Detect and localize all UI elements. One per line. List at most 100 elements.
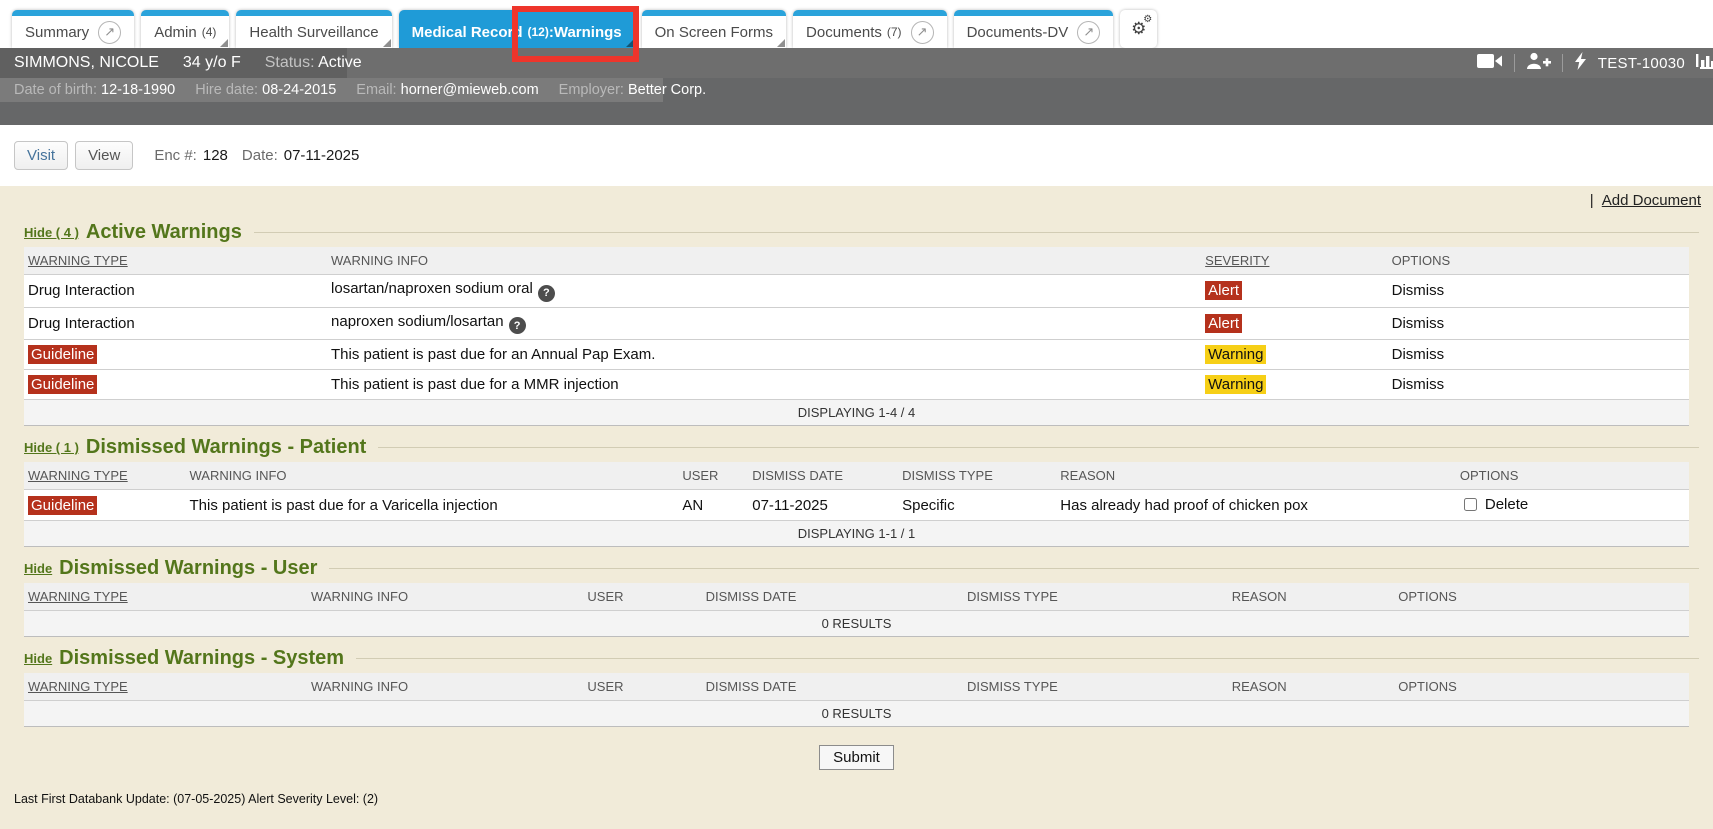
table-row: Drug Interaction losartan/naproxen sodiu… (24, 275, 1689, 308)
person-add-icon[interactable] (1526, 52, 1551, 74)
delete-label: Delete (1485, 496, 1528, 513)
tab-summary[interactable]: Summary ↗ (12, 10, 134, 48)
table-footer-row: DISPLAYING 1-1 / 1 (24, 521, 1689, 547)
enc-number-label: Enc #: (154, 147, 197, 164)
warning-info-cell: This patient is past due for an Annual P… (327, 340, 1201, 370)
table-row: Guideline This patient is past due for a… (24, 370, 1689, 400)
dob-label: Date of birth: (14, 82, 97, 98)
delete-checkbox[interactable] (1464, 498, 1477, 511)
tab-label: Health Surveillance (249, 24, 378, 41)
dismiss-link[interactable]: Dismiss (1392, 315, 1445, 332)
dismissed-system-header: Hide Dismissed Warnings - System (24, 647, 1699, 670)
hide-dismissed-user-link[interactable]: Hide (24, 561, 52, 576)
help-icon[interactable]: ? (538, 285, 555, 302)
external-link-icon[interactable]: ↗ (911, 21, 934, 44)
column-header-dismiss-type: DISMISS TYPE (963, 673, 1228, 701)
settings-button[interactable]: ⚙ ⚙ (1120, 10, 1157, 48)
column-header-warning-type[interactable]: WARNING TYPE (24, 462, 186, 490)
warning-info-cell: This patient is past due for a Varicella… (186, 490, 679, 521)
dismiss-date-cell: 07-11-2025 (748, 490, 898, 521)
status-value: Active (318, 54, 362, 71)
results-count: 0 RESULTS (24, 611, 1689, 637)
column-header-dismiss-date: DISMISS DATE (702, 583, 963, 611)
employer-label: Employer: (559, 82, 624, 98)
tab-count-badge: (4) (202, 25, 217, 39)
hide-dismissed-system-link[interactable]: Hide (24, 651, 52, 666)
tab-label: Admin (154, 24, 197, 41)
tab-health-surveillance[interactable]: Health Surveillance (236, 10, 391, 48)
options-cell: Dismiss (1388, 340, 1689, 370)
displaying-count: DISPLAYING 1-4 / 4 (24, 400, 1689, 426)
column-header-dismiss-type: DISMISS TYPE (898, 462, 1056, 490)
tab-on-screen-forms[interactable]: On Screen Forms (642, 10, 786, 48)
section-rule (356, 658, 1699, 659)
column-header-dismiss-date: DISMISS DATE (702, 673, 963, 701)
video-camera-icon[interactable] (1477, 53, 1503, 74)
dismissed-user-table: WARNING TYPE WARNING INFO USER DISMISS D… (24, 583, 1689, 637)
dismiss-type-cell: Specific (898, 490, 1056, 521)
dismiss-link[interactable]: Dismiss (1392, 282, 1445, 299)
dismiss-link[interactable]: Dismiss (1392, 376, 1445, 393)
patient-status: Status: Active (265, 54, 362, 72)
column-header-user: USER (678, 462, 748, 490)
enc-number-value: 128 (203, 147, 228, 164)
table-row: Guideline This patient is past due for a… (24, 490, 1689, 521)
column-header-warning-type[interactable]: WARNING TYPE (24, 583, 307, 611)
tab-count-badge: (7) (887, 25, 902, 39)
column-header-severity[interactable]: SEVERITY (1201, 247, 1387, 275)
hide-dismissed-patient-link[interactable]: Hide ( 1 ) (24, 440, 79, 455)
dismissed-user-title: Dismissed Warnings - User (59, 557, 317, 580)
section-rule (254, 232, 1699, 233)
visit-button[interactable]: Visit (14, 141, 68, 170)
external-link-icon[interactable]: ↗ (1077, 21, 1100, 44)
column-header-warning-type[interactable]: WARNING TYPE (24, 247, 327, 275)
view-button[interactable]: View (75, 141, 133, 170)
tab-medical-record-warnings[interactable]: Medical Record (12) :Warnings (399, 10, 635, 48)
email-value: horner@mieweb.com (401, 82, 539, 98)
enc-date-label: Date: (242, 147, 278, 164)
patient-name: SIMMONS, NICOLE (14, 54, 159, 72)
dismissed-system-title: Dismissed Warnings - System (59, 647, 344, 670)
column-header-reason: REASON (1056, 462, 1456, 490)
divider (1562, 54, 1563, 72)
bar-chart-icon[interactable] (1696, 52, 1713, 74)
warnings-content: | Add Document Hide ( 4 ) Active Warning… (0, 186, 1713, 829)
submit-button[interactable]: Submit (819, 745, 894, 770)
dismiss-link[interactable]: Dismiss (1392, 346, 1445, 363)
tab-documents[interactable]: Documents (7) ↗ (793, 10, 947, 48)
reason-cell: Has already had proof of chicken pox (1056, 490, 1456, 521)
tab-label: Medical Record (412, 24, 523, 41)
divider: | (1590, 192, 1594, 209)
add-document-link[interactable]: Add Document (1602, 192, 1701, 209)
active-warnings-title: Active Warnings (86, 221, 242, 244)
column-header-warning-type[interactable]: WARNING TYPE (24, 673, 307, 701)
tab-admin[interactable]: Admin (4) (141, 10, 229, 48)
guideline-badge: Guideline (28, 375, 97, 394)
hide-active-warnings-link[interactable]: Hide ( 4 ) (24, 225, 79, 240)
submit-row: Submit (0, 745, 1713, 770)
guideline-badge: Guideline (28, 345, 97, 364)
dob-value: 12-18-1990 (101, 82, 175, 98)
table-footer-row: 0 RESULTS (24, 611, 1689, 637)
column-header-user: USER (583, 673, 701, 701)
active-warnings-header: Hide ( 4 ) Active Warnings (24, 221, 1699, 244)
help-icon[interactable]: ? (509, 317, 526, 334)
enc-date-value: 07-11-2025 (284, 147, 360, 164)
section-rule (329, 568, 1699, 569)
column-header-reason: REASON (1228, 673, 1395, 701)
tab-label: On Screen Forms (655, 24, 773, 41)
tab-documents-dv[interactable]: Documents-DV ↗ (954, 10, 1114, 48)
column-header-warning-info: WARNING INFO (307, 673, 583, 701)
options-cell: Dismiss (1388, 307, 1689, 340)
table-row: Drug Interaction naproxen sodium/losarta… (24, 307, 1689, 340)
dismissed-patient-title: Dismissed Warnings - Patient (86, 436, 366, 459)
table-footer-row: 0 RESULTS (24, 701, 1689, 727)
external-link-icon[interactable]: ↗ (98, 21, 121, 44)
active-warnings-table: WARNING TYPE WARNING INFO SEVERITY OPTIO… (24, 247, 1689, 426)
status-label: Status: (265, 54, 315, 71)
severity-alert-badge: Alert (1205, 314, 1242, 333)
patient-header-bar: SIMMONS, NICOLE 34 y/o F Status: Active … (0, 48, 1713, 78)
lightning-icon[interactable] (1574, 52, 1587, 75)
column-header-reason: REASON (1228, 583, 1395, 611)
column-header-dismiss-type: DISMISS TYPE (963, 583, 1228, 611)
